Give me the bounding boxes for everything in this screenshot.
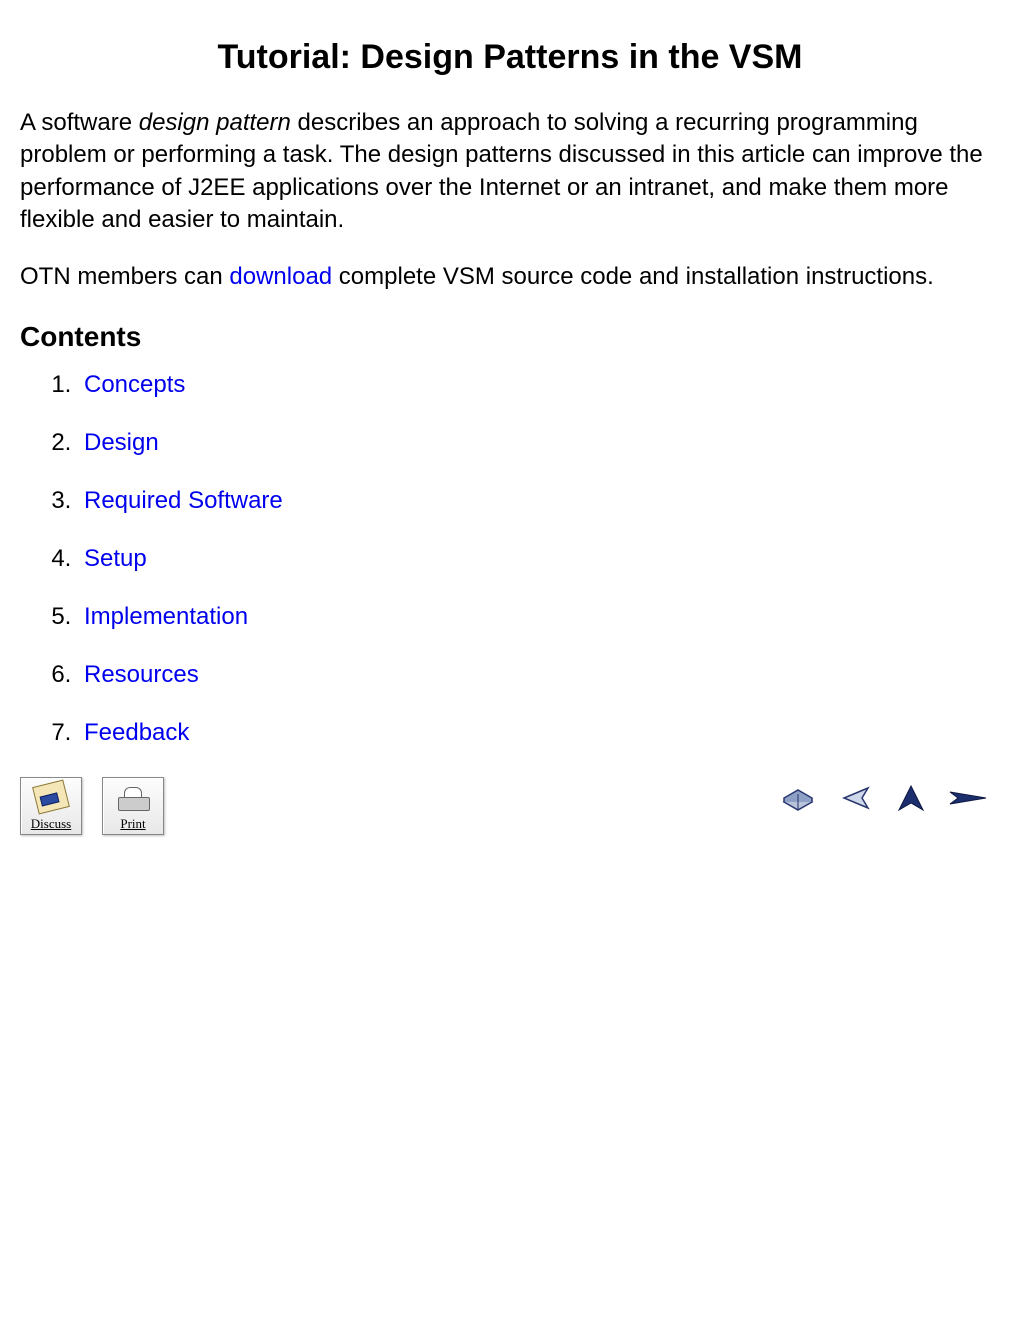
contents-list: Concepts Design Required Software Setup … — [20, 371, 1000, 747]
download-paragraph: OTN members can download complete VSM so… — [20, 261, 1000, 293]
toc-link-design[interactable]: Design — [84, 429, 159, 456]
download-link[interactable]: download — [229, 263, 332, 290]
toc-link-implementation[interactable]: Implementation — [84, 603, 248, 630]
print-button[interactable]: Print — [102, 777, 164, 835]
intro-text-em: design pattern — [139, 109, 291, 136]
up-arrow-icon[interactable] — [896, 783, 926, 813]
list-item: Concepts — [78, 371, 1000, 399]
page-title: Tutorial: Design Patterns in the VSM — [20, 38, 1000, 77]
list-item: Design — [78, 429, 1000, 457]
download-pre: OTN members can — [20, 263, 229, 290]
intro-paragraph: A software design pattern describes an a… — [20, 107, 1000, 237]
prev-arrow-icon[interactable] — [838, 784, 874, 812]
list-item: Feedback — [78, 719, 1000, 747]
nav-icons — [780, 777, 1000, 813]
intro-text-pre: A software — [20, 109, 139, 136]
toc-link-resources[interactable]: Resources — [84, 661, 199, 688]
download-post: complete VSM source code and installatio… — [332, 263, 934, 290]
action-buttons: Discuss Print — [20, 777, 164, 835]
list-item: Required Software — [78, 487, 1000, 515]
next-arrow-icon[interactable] — [948, 786, 990, 810]
list-item: Setup — [78, 545, 1000, 573]
toc-link-setup[interactable]: Setup — [84, 545, 147, 572]
list-item: Implementation — [78, 603, 1000, 631]
print-label: Print — [120, 816, 145, 832]
toc-link-concepts[interactable]: Concepts — [84, 371, 185, 398]
discuss-label: Discuss — [31, 816, 71, 832]
discuss-icon — [32, 779, 70, 814]
list-item: Resources — [78, 661, 1000, 689]
printer-icon — [118, 787, 148, 811]
contents-heading: Contents — [20, 321, 1000, 353]
toc-link-feedback[interactable]: Feedback — [84, 719, 189, 746]
discuss-button[interactable]: Discuss — [20, 777, 82, 835]
toc-link-required-software[interactable]: Required Software — [84, 487, 283, 514]
book-icon[interactable] — [780, 784, 816, 812]
